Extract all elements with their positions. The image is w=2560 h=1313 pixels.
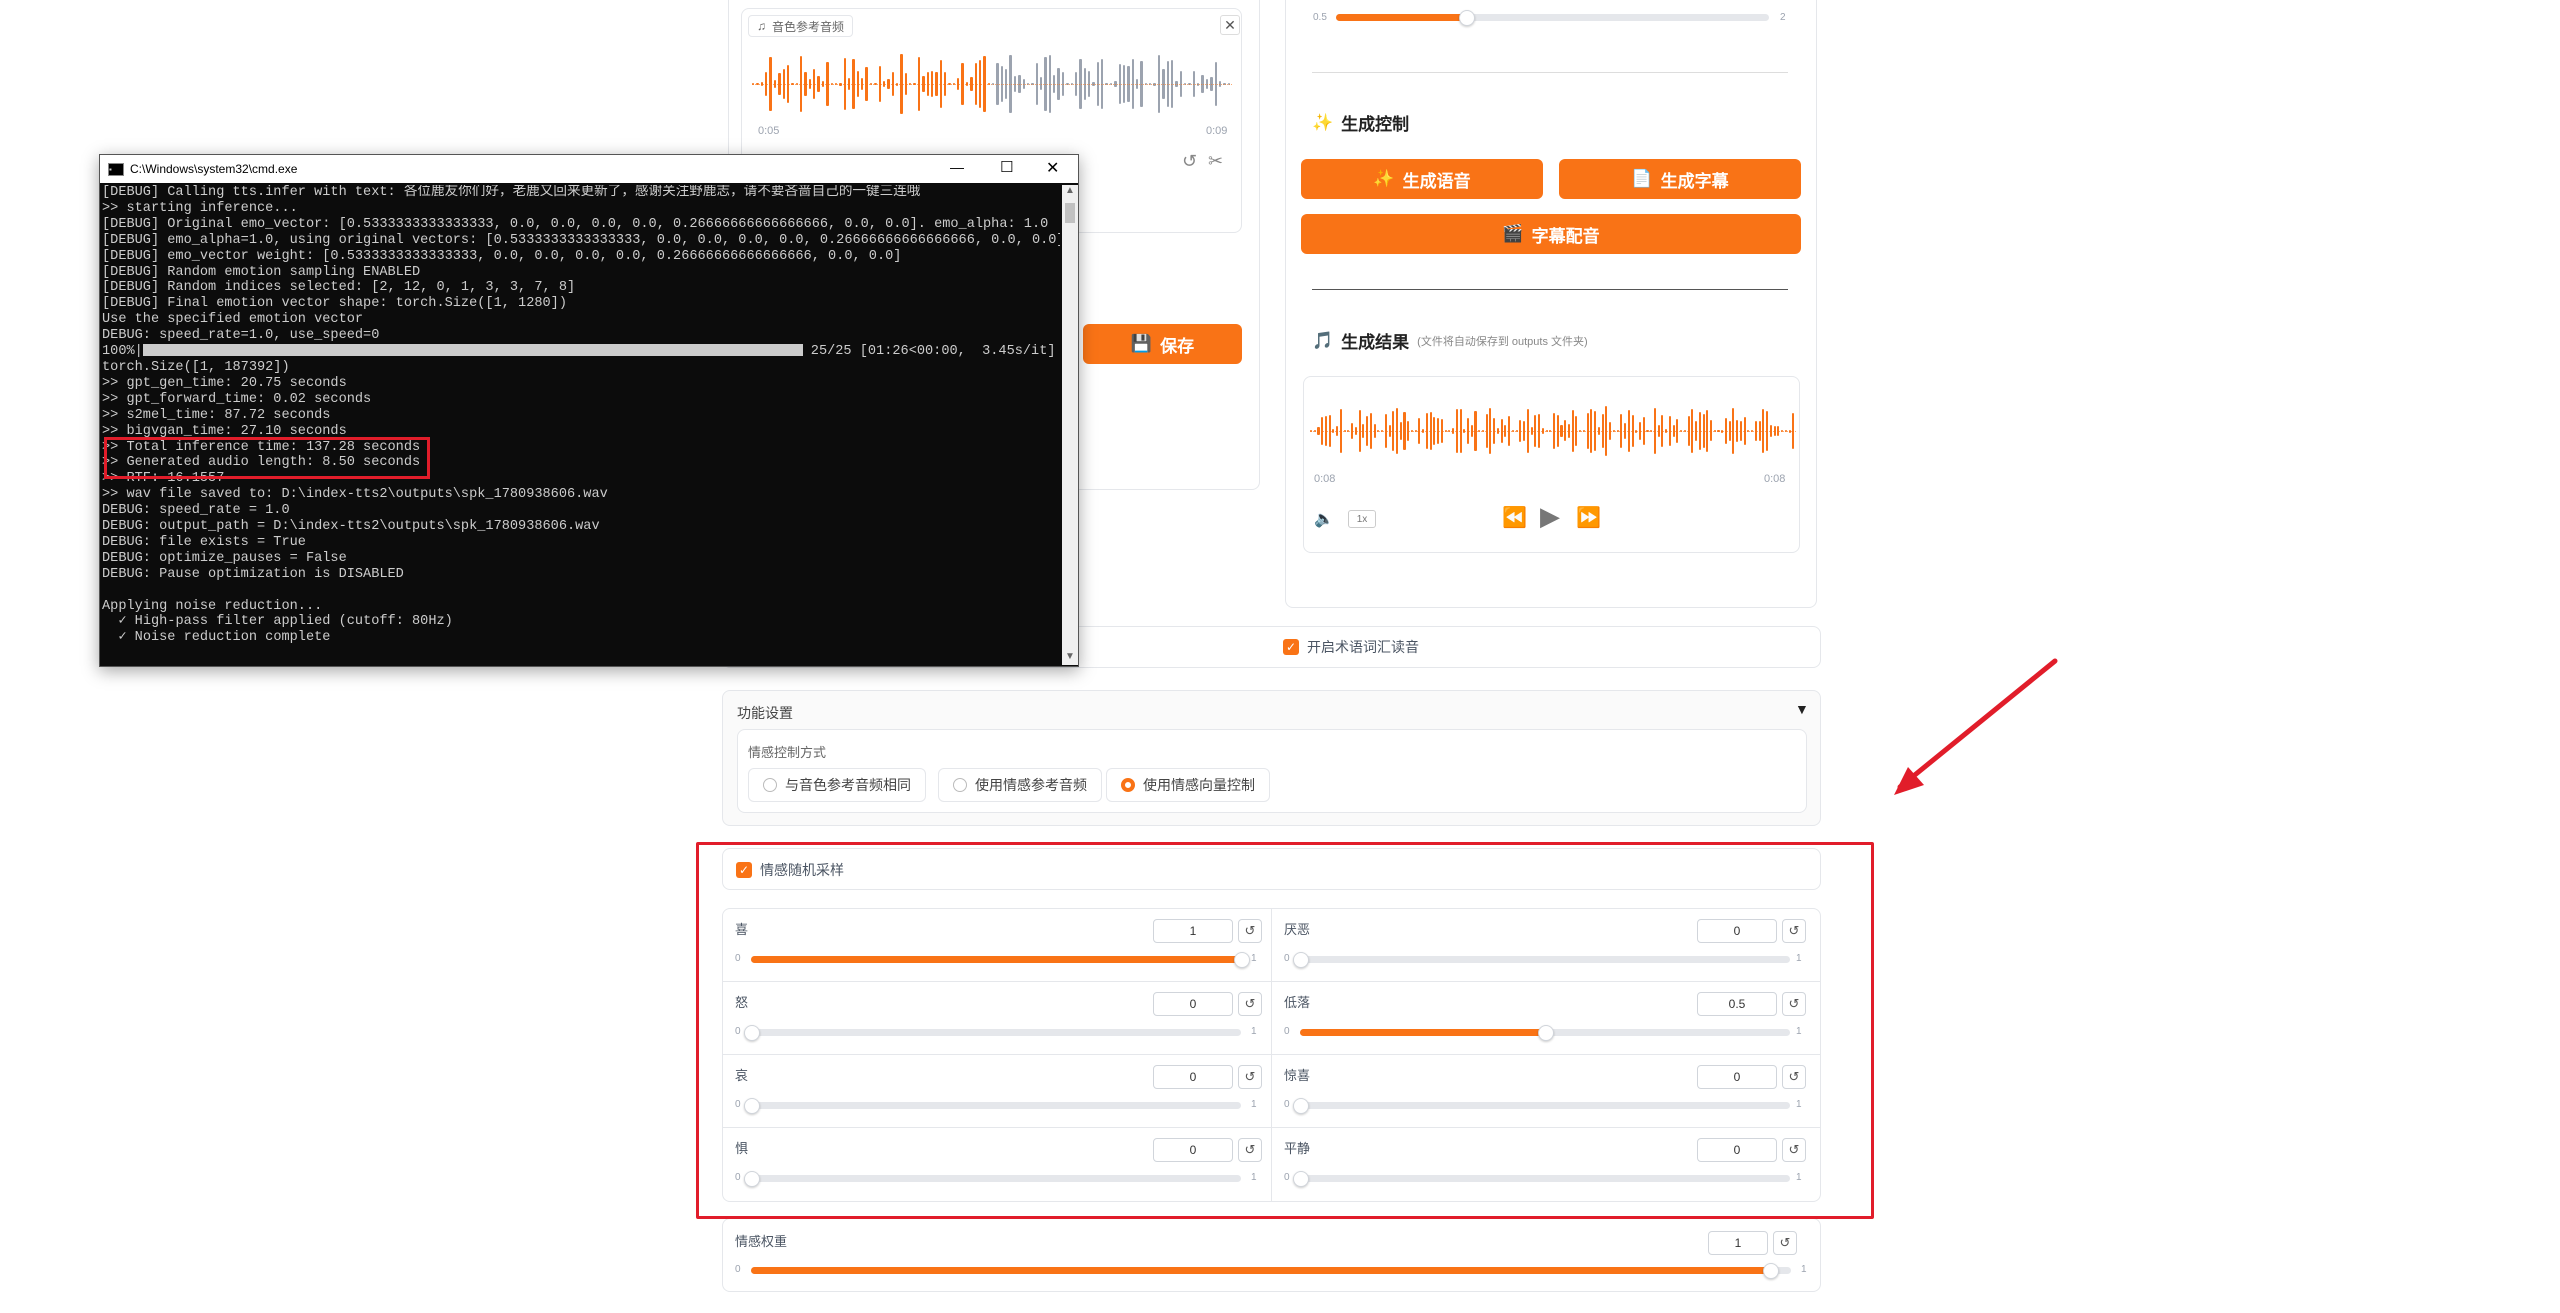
save-button[interactable]: 💾 保存 (1083, 324, 1242, 364)
cmd-line: >> gpt_forward_time: 0.02 seconds (102, 391, 372, 407)
emotion-weight-min: 0 (735, 1264, 741, 1275)
waveform-baseline (752, 84, 1232, 86)
radio-same-as-ref[interactable]: 与音色参考音频相同 (748, 768, 926, 802)
emotion-weight-slider[interactable] (751, 1263, 1791, 1279)
cmd-line: DEBUG: speed_rate=1.0, use_speed=0 (102, 328, 380, 344)
close-icon[interactable]: ✕ (1220, 15, 1240, 35)
scissors-icon[interactable]: ✂ (1208, 151, 1223, 172)
emotion-weight-row: 情感权重 1 ↺ 0 1 (722, 1218, 1821, 1292)
volume-icon[interactable]: 🔈 (1314, 509, 1334, 529)
clapper-icon: 🎬 (1502, 224, 1524, 243)
ref-time-end: 0:09 (1206, 125, 1228, 137)
ref-audio-label: 音色参考音频 (772, 19, 845, 34)
cmd-line: Use the specified emotion vector (102, 312, 364, 328)
radio-selected-icon (1121, 778, 1135, 792)
generate-speech-button[interactable]: ✨ 生成语音 (1301, 159, 1543, 199)
cmd-line: [DEBUG] emo_vector weight: [0.5333333333… (102, 248, 902, 264)
music-icon: 🎵 (1312, 330, 1334, 350)
maximize-icon[interactable]: ☐ (1000, 158, 1013, 176)
playback-speed-button[interactable]: 1x (1348, 510, 1376, 528)
cmd-progress-bar (142, 344, 803, 357)
cmd-app-icon: ▪ (108, 162, 124, 176)
result-time-end: 0:08 (1764, 473, 1786, 485)
cmd-line: ✓ High-pass filter applied (cutoff: 80Hz… (102, 614, 453, 630)
emotion-mode-box: 情感控制方式 与音色参考音频相同 使用情感参考音频 使用情感向量控制 (737, 729, 1807, 813)
collapse-triangle-icon[interactable]: ▼ (1795, 701, 1809, 717)
cmd-line: [DEBUG] Calling tts.infer with text: 各位鹿… (102, 185, 921, 200)
subtitle-dubbing-button[interactable]: 🎬 字幕配音 (1301, 214, 1801, 254)
checkbox-checked-icon: ✓ (1283, 639, 1299, 655)
top-slider-min: 0.5 (1313, 12, 1327, 23)
cmd-line: [DEBUG] Final emotion vector shape: torc… (102, 296, 567, 312)
cmd-output: [DEBUG] Calling tts.infer with text: 各位鹿… (102, 185, 1060, 665)
gen-result-heading: 🎵 生成结果 (文件将自动保存到 outputs 文件夹) (1312, 330, 1588, 353)
cmd-line: DEBUG: Pause optimization is DISABLED (102, 566, 404, 582)
sparkle-icon: ✨ (1373, 169, 1395, 188)
result-time-start: 0:08 (1314, 473, 1336, 485)
play-icon[interactable]: ▶ (1540, 501, 1560, 532)
floppy-icon: 💾 (1130, 334, 1153, 353)
document-icon: 📄 (1631, 169, 1653, 188)
result-waveform[interactable] (1310, 405, 1796, 457)
func-settings-title: 功能设置 (737, 705, 793, 721)
cmd-line: torch.Size([1, 187392]) (102, 359, 290, 375)
generate-subtitle-button[interactable]: 📄 生成字幕 (1559, 159, 1801, 199)
scroll-up-icon[interactable]: ▲ (1065, 185, 1075, 196)
cmd-title: C:\Windows\system32\cmd.exe (130, 162, 298, 176)
waveform-baseline (1310, 431, 1796, 433)
close-window-icon[interactable]: ✕ (1046, 158, 1059, 178)
scroll-down-icon[interactable]: ▼ (1065, 651, 1075, 662)
ref-audio-tag: ♫ 音色参考音频 (748, 15, 854, 37)
cmd-line: [DEBUG] Random indices selected: [2, 12,… (102, 280, 576, 296)
cmd-line: Applying noise reduction... (102, 598, 323, 614)
cmd-line: >> starting inference... (102, 200, 298, 216)
cmd-line: [DEBUG] Original emo_vector: [0.53333333… (102, 216, 1049, 232)
result-audio-box: 0:08 0:08 🔈 1x ⏪ ▶ ⏩ (1303, 376, 1800, 553)
cmd-line (102, 583, 1060, 599)
cmd-scrollbar[interactable]: ▲ ▼ (1062, 185, 1078, 665)
red-arrow-annotation (1894, 658, 2058, 795)
top-slider-max: 2 (1780, 12, 1786, 23)
cmd-line: DEBUG: file exists = True (102, 534, 306, 550)
emotion-weight-input[interactable]: 1 (1708, 1231, 1768, 1255)
radio-emotion-vector[interactable]: 使用情感向量控制 (1106, 768, 1270, 802)
highlight-box (696, 842, 1874, 1219)
rewind-icon[interactable]: ⏪ (1502, 505, 1527, 530)
radio-icon (763, 778, 777, 792)
cmd-line: ✓ Noise reduction complete (102, 630, 331, 646)
ref-time-start: 0:05 (758, 125, 780, 137)
forward-icon[interactable]: ⏩ (1576, 505, 1601, 530)
top-speed-slider[interactable] (1336, 10, 1769, 26)
cmd-highlight-box (104, 437, 430, 479)
minimize-icon[interactable]: — (950, 159, 964, 175)
cmd-window[interactable]: ▪ C:\Windows\system32\cmd.exe — ☐ ✕ [DEB… (99, 154, 1079, 667)
radio-emotion-ref-audio[interactable]: 使用情感参考音频 (938, 768, 1102, 802)
emotion-mode-label: 情感控制方式 (748, 745, 827, 760)
scroll-thumb[interactable] (1065, 203, 1075, 223)
emotion-weight-label: 情感权重 (735, 1234, 788, 1249)
cmd-line: DEBUG: optimize_pauses = False (102, 550, 347, 566)
reset-icon[interactable]: ↺ (1773, 1231, 1797, 1255)
divider (1312, 72, 1788, 73)
cmd-titlebar[interactable]: ▪ C:\Windows\system32\cmd.exe (100, 155, 1078, 183)
cmd-line: >> wav file saved to: D:\index-tts2\outp… (102, 487, 608, 503)
cmd-line: >> s2mel_time: 87.72 seconds (102, 407, 331, 423)
cmd-line: [DEBUG] Random emotion sampling ENABLED (102, 264, 421, 280)
emotion-weight-max: 1 (1801, 1264, 1807, 1275)
func-settings-panel: 功能设置 ▼ 情感控制方式 与音色参考音频相同 使用情感参考音频 使用情感向量控… (722, 690, 1821, 826)
divider (1312, 289, 1788, 290)
ref-waveform[interactable] (752, 49, 1232, 119)
gen-control-heading: ✨ 生成控制 (1312, 112, 1410, 135)
cmd-line: [DEBUG] emo_alpha=1.0, using original ve… (102, 232, 1060, 248)
undo-icon[interactable]: ↺ (1182, 151, 1197, 172)
radio-icon (953, 778, 967, 792)
cmd-line: >> gpt_gen_time: 20.75 seconds (102, 375, 347, 391)
cmd-line: DEBUG: speed_rate = 1.0 (102, 503, 290, 519)
music-note-icon: ♫ (757, 19, 766, 33)
sparkle-icon: ✨ (1312, 112, 1334, 132)
cmd-line: DEBUG: output_path = D:\index-tts2\outpu… (102, 519, 600, 535)
term-checkbox[interactable]: ✓ 开启术语词汇读音 (1283, 637, 1419, 657)
cmd-line: 100%| 25/25 [01:26<00:00, 3.45s/it] (102, 344, 1056, 360)
